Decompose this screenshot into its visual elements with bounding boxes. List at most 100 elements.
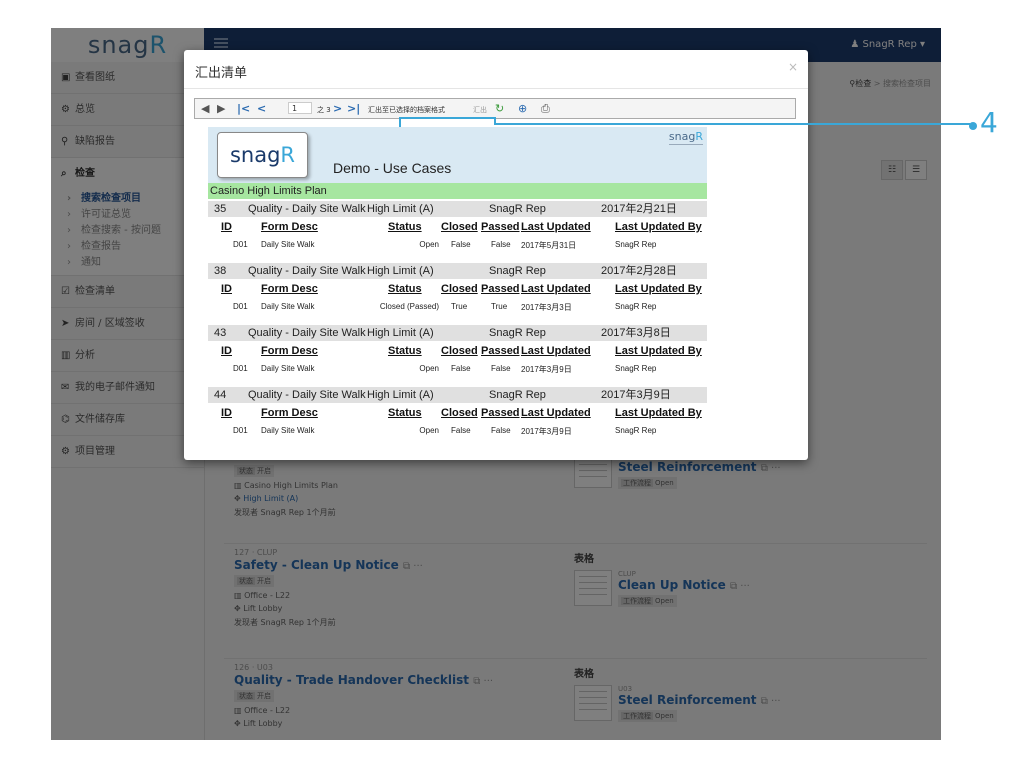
header-id: ID [221, 345, 232, 357]
cell-id: D01 [233, 240, 248, 249]
header-closed: Closed [441, 407, 478, 419]
back-icon[interactable]: ◀ [201, 101, 209, 116]
group-name: Quality - Daily Site Walk [248, 327, 366, 339]
group-location: High Limit (A) [367, 203, 434, 215]
group-date: 2017年2月28日 [601, 265, 677, 277]
header-last-updated: Last Updated [521, 283, 591, 295]
group-user: SnagR Rep [489, 327, 546, 339]
cell-status: Open [419, 240, 439, 249]
previous-page-icon[interactable]: < [257, 101, 266, 116]
next-page-icon[interactable]: > [333, 101, 342, 116]
forward-icon[interactable]: ▶ [217, 101, 225, 116]
report-group-row: 43 Quality - Daily Site Walk High Limit (A… [208, 325, 707, 341]
callout-line [495, 123, 970, 125]
group-date: 2017年3月9日 [601, 389, 671, 401]
group-name: Quality - Daily Site Walk [248, 265, 366, 277]
report-group-row: 35 Quality - Daily Site Walk High Limit (A… [208, 201, 707, 217]
cell-form: Daily Site Walk [261, 426, 315, 435]
header-last-updated-by: Last Updated By [615, 283, 702, 295]
header-status: Status [388, 283, 422, 295]
cell-by: SnagR Rep [615, 240, 657, 249]
group-location: High Limit (A) [367, 389, 434, 401]
cell-by: SnagR Rep [615, 364, 657, 373]
cell-status: Open [419, 426, 439, 435]
group-name: Quality - Daily Site Walk [248, 389, 366, 401]
cell-closed: False [451, 426, 471, 435]
print-icon[interactable]: ⎙ [541, 101, 550, 116]
cell-updated: 2017年3月3日 [521, 303, 572, 312]
cell-status: Open [419, 364, 439, 373]
report-column-headers: ID Form Desc Status Closed Passed Last Update… [208, 283, 707, 299]
modal-header: 汇出清单 × [184, 50, 808, 89]
last-page-icon[interactable]: >| [347, 101, 360, 116]
cell-passed: False [491, 364, 511, 373]
header-last-updated: Last Updated [521, 407, 591, 419]
header-form-desc: Form Desc [261, 345, 318, 357]
group-num: 35 [214, 203, 227, 215]
close-icon[interactable]: × [788, 60, 798, 74]
report-plan-row: Casino High Limits Plan [208, 183, 707, 199]
header-last-updated: Last Updated [521, 345, 591, 357]
cell-form: Daily Site Walk [261, 364, 315, 373]
header-id: ID [221, 407, 232, 419]
header-form-desc: Form Desc [261, 407, 318, 419]
header-closed: Closed [441, 345, 478, 357]
group-user: SnagR Rep [489, 265, 546, 277]
cell-form: Daily Site Walk [261, 302, 315, 311]
report-data-row: D01 Daily Site Walk Closed (Passed) True Tru… [208, 302, 707, 316]
cell-updated: 2017年3月9日 [521, 365, 572, 374]
header-id: ID [221, 283, 232, 295]
report-data-row: D01 Daily Site Walk Open False False 2017年3月9… [208, 426, 707, 440]
cell-form: Daily Site Walk [261, 240, 315, 249]
export-list-modal: 汇出清单 × ◀ ▶ |< < 1 之 3 > >| 汇出至已选择的档案格式 汇… [184, 50, 808, 460]
group-location: High Limit (A) [367, 265, 434, 277]
export-button[interactable]: 汇出 [473, 105, 487, 115]
header-closed: Closed [441, 221, 478, 233]
header-status: Status [388, 345, 422, 357]
group-num: 38 [214, 265, 227, 277]
page-count-label: 之 3 [317, 106, 331, 114]
report-title: Demo - Use Cases [333, 160, 452, 176]
header-form-desc: Form Desc [261, 283, 318, 295]
cell-by: SnagR Rep [615, 302, 657, 311]
header-last-updated-by: Last Updated By [615, 407, 702, 419]
header-status: Status [388, 407, 422, 419]
header-id: ID [221, 221, 232, 233]
export-format-select[interactable]: 汇出至已选择的档案格式 [368, 105, 445, 115]
cell-closed: True [451, 302, 468, 311]
group-num: 43 [214, 327, 227, 339]
cell-status: Closed (Passed) [379, 302, 439, 311]
cell-id: D01 [233, 426, 248, 435]
report-group-row: 44 Quality - Daily Site Walk High Limit (A… [208, 387, 707, 403]
cell-passed: False [491, 426, 511, 435]
first-page-icon[interactable]: |< [237, 101, 250, 116]
header-status: Status [388, 221, 422, 233]
header-last-updated: Last Updated [521, 221, 591, 233]
group-location: High Limit (A) [367, 327, 434, 339]
header-passed: Passed [481, 283, 520, 295]
report-logo: snagR [217, 132, 308, 178]
zoom-icon[interactable]: ⊕ [518, 101, 527, 116]
report-header: snagR Demo - Use Cases snagR [208, 127, 707, 183]
report-column-headers: ID Form Desc Status Closed Passed Last Update… [208, 221, 707, 237]
report-column-headers: ID Form Desc Status Closed Passed Last Update… [208, 345, 707, 361]
refresh-icon[interactable]: ↻ [495, 101, 504, 116]
header-closed: Closed [441, 283, 478, 295]
cell-updated: 2017年3月9日 [521, 427, 572, 436]
group-date: 2017年2月21日 [601, 203, 677, 215]
report-data-row: D01 Daily Site Walk Open False False 2017年3月9… [208, 364, 707, 378]
header-form-desc: Form Desc [261, 221, 318, 233]
group-num: 44 [214, 389, 227, 401]
report-data-row: D01 Daily Site Walk Open False False 2017年5月3… [208, 240, 707, 254]
report-page: snagR Demo - Use Cases snagR Casino High… [208, 127, 707, 447]
group-user: SnagR Rep [489, 203, 546, 215]
small-logo: snagR [668, 130, 703, 145]
page-number-input[interactable]: 1 [288, 102, 312, 114]
report-column-headers: ID Form Desc Status Closed Passed Last Update… [208, 407, 707, 423]
callout-number: 4 [980, 106, 998, 139]
cell-id: D01 [233, 302, 248, 311]
header-last-updated-by: Last Updated By [615, 345, 702, 357]
cell-closed: False [451, 364, 471, 373]
header-passed: Passed [481, 407, 520, 419]
callout-dot [969, 122, 977, 130]
